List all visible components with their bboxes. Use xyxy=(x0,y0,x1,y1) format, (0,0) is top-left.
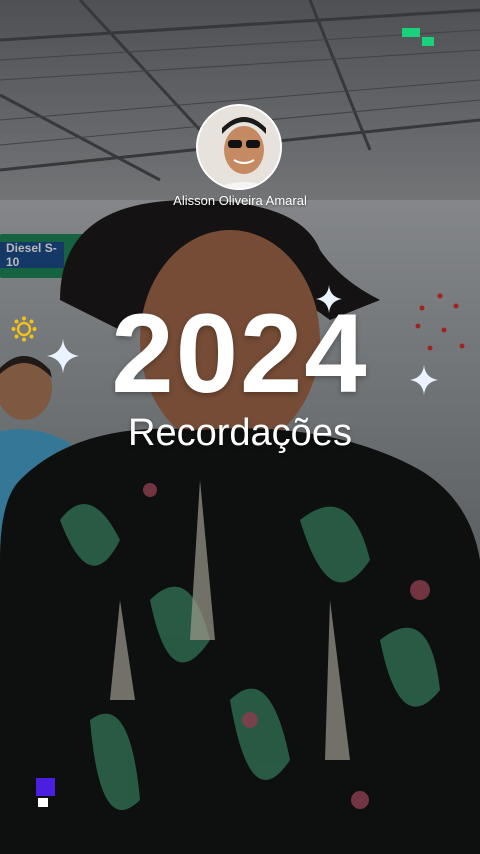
brand-mark-bottom xyxy=(36,778,56,808)
story-subtitle: Recordações xyxy=(128,412,352,454)
avatar-photo xyxy=(198,106,280,188)
sun-icon xyxy=(11,316,37,342)
user-name[interactable]: Alisson Oliveira Amaral xyxy=(0,193,480,208)
user-avatar[interactable] xyxy=(196,104,282,190)
sparkle-icon xyxy=(47,338,79,374)
sparkle-icon xyxy=(410,364,438,396)
sparkle-icon xyxy=(316,285,342,313)
brand-mark-top xyxy=(402,28,434,48)
